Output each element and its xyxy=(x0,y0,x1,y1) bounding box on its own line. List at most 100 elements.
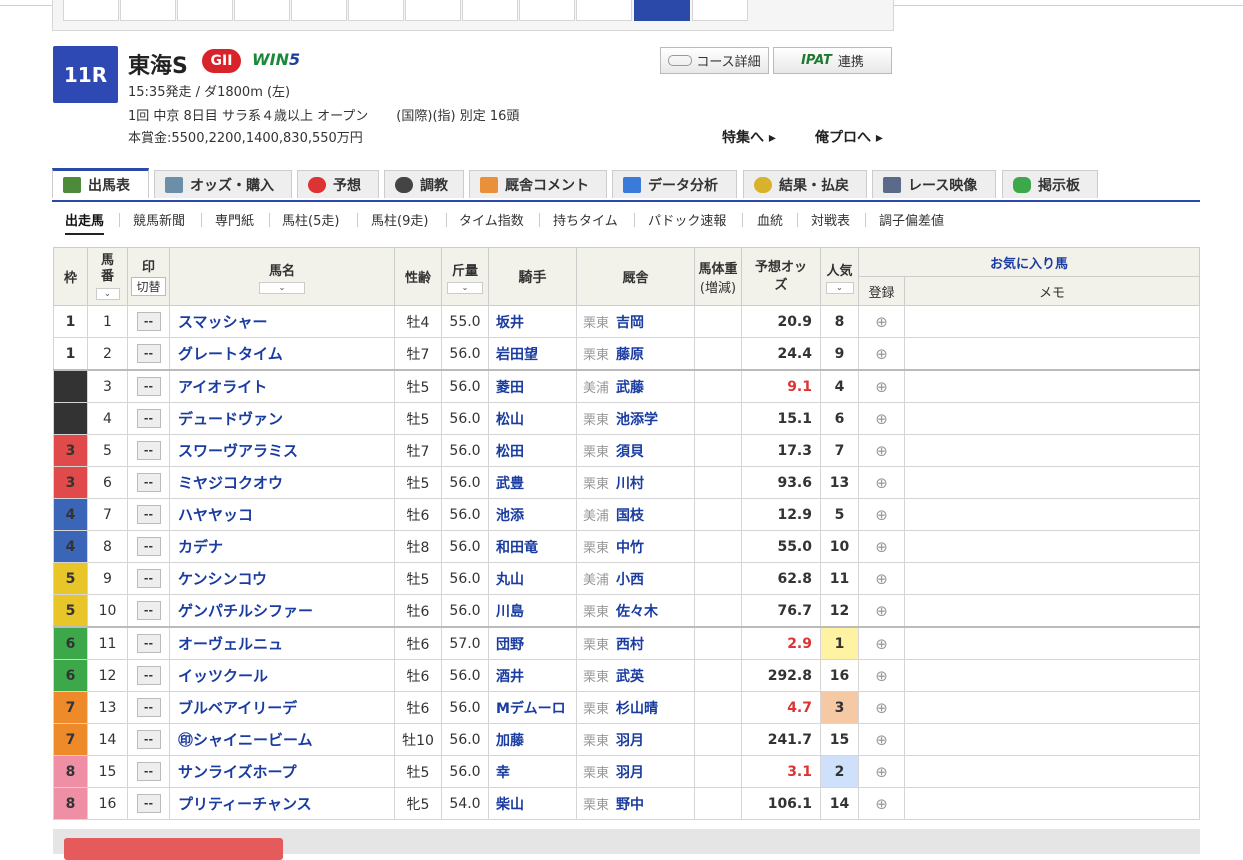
subnav-paddock[interactable]: パドック速報 xyxy=(648,205,726,233)
chevron-down-icon[interactable]: ⌄ xyxy=(95,288,120,300)
favorite-register-cell[interactable]: ⊕ xyxy=(858,498,905,531)
memo-cell[interactable] xyxy=(904,787,1200,820)
trainer-cell[interactable]: 栗東 羽月 xyxy=(576,755,695,788)
jockey-link[interactable]: 酒井 xyxy=(488,659,577,692)
mark-cell[interactable]: -- xyxy=(127,626,170,660)
jockey-link[interactable]: 幸 xyxy=(488,755,577,788)
favorite-register-cell[interactable]: ⊕ xyxy=(858,787,905,820)
table-row[interactable]: 2 3 -- アイオライト 牡5 56.0 菱田 美浦 武藤 9.1 4 ⊕ xyxy=(53,369,1200,403)
horse-name-link[interactable]: スマッシャー xyxy=(169,305,395,338)
mark-cell[interactable]: -- xyxy=(127,402,170,435)
table-row[interactable]: 5 9 -- ケンシンコウ 牡5 56.0 丸山 美浦 小西 62.8 11 ⊕ xyxy=(53,562,1200,595)
orepro-link[interactable]: 俺プロへ ▸ xyxy=(815,127,883,147)
subnav-mochi-time[interactable]: 持ちタイム xyxy=(553,205,618,233)
horse-name-link[interactable]: カデナ xyxy=(169,530,395,563)
horse-name-link[interactable]: スワーヴアラミス xyxy=(169,434,395,467)
mark-cell[interactable]: -- xyxy=(127,530,170,563)
table-row[interactable]: 8 16 -- プリティーチャンス 牝5 54.0 柴山 栗東 野中 106.1 14 ⊕ xyxy=(53,787,1200,820)
memo-cell[interactable] xyxy=(904,723,1200,756)
horse-name-link[interactable]: ケンシンコウ xyxy=(169,562,395,595)
trainer-cell[interactable]: 栗東 杉山晴 xyxy=(576,691,695,724)
trainer-cell[interactable]: 栗東 須貝 xyxy=(576,434,695,467)
subnav-ketto[interactable]: 血統 xyxy=(757,205,783,233)
trainer-cell[interactable]: 栗東 吉岡 xyxy=(576,305,695,338)
table-row[interactable]: 5 10 -- ゲンパチルシファー 牡6 56.0 川島 栗東 佐々木 76.7 12 ⊕ xyxy=(53,594,1200,628)
mark-cell[interactable]: -- xyxy=(127,659,170,692)
favorite-register-cell[interactable]: ⊕ xyxy=(858,626,905,660)
mark-cell[interactable]: -- xyxy=(127,723,170,756)
mark-selector[interactable]: -- xyxy=(136,409,161,428)
trainer-link[interactable]: 吉岡 xyxy=(616,315,644,331)
chevron-down-icon[interactable]: ⌄ xyxy=(259,281,305,294)
mark-cell[interactable]: -- xyxy=(127,337,170,371)
trainer-cell[interactable]: 栗東 野中 xyxy=(576,787,695,820)
subnav-umabashira9[interactable]: 馬柱(9走) xyxy=(371,205,428,233)
race-pager-item[interactable] xyxy=(462,0,518,21)
race-pager-item[interactable] xyxy=(177,0,233,21)
horse-name-link[interactable]: ブルベアイリーデ xyxy=(169,691,395,724)
subnav-choushi[interactable]: 調子偏差値 xyxy=(879,205,944,233)
mark-selector[interactable]: -- xyxy=(136,601,161,620)
trainer-link[interactable]: 須貝 xyxy=(616,444,644,460)
subnav-senmonshi[interactable]: 専門紙 xyxy=(215,205,254,233)
horse-name-link[interactable]: ㊞シャイニービーム xyxy=(169,723,395,756)
mark-cell[interactable]: -- xyxy=(127,755,170,788)
add-favorite-icon[interactable]: ⊕ xyxy=(875,538,888,556)
horse-name-link[interactable]: ミヤジコクオウ xyxy=(169,466,395,499)
tab-odds[interactable]: オッズ・購入 xyxy=(154,170,292,198)
trainer-link[interactable]: 佐々木 xyxy=(616,604,658,620)
jockey-link[interactable]: Mデムーロ xyxy=(488,691,577,724)
trainer-cell[interactable]: 美浦 国枝 xyxy=(576,498,695,531)
table-row[interactable]: 7 14 -- ㊞シャイニービーム 牡10 56.0 加藤 栗東 羽月 241.7 15 ⊕ xyxy=(53,723,1200,756)
add-favorite-icon[interactable]: ⊕ xyxy=(875,731,888,749)
trainer-link[interactable]: 羽月 xyxy=(616,733,644,749)
mark-selector[interactable]: -- xyxy=(136,344,161,363)
favorite-register-cell[interactable]: ⊕ xyxy=(858,691,905,724)
trainer-link[interactable]: 武英 xyxy=(616,669,644,685)
tab-chokyo[interactable]: 調教 xyxy=(384,170,464,198)
tab-yoso[interactable]: 予想 xyxy=(297,170,379,198)
add-favorite-icon[interactable]: ⊕ xyxy=(875,313,888,331)
memo-cell[interactable] xyxy=(904,691,1200,724)
jockey-link[interactable]: 池添 xyxy=(488,498,577,531)
jockey-link[interactable]: 岩田望 xyxy=(488,337,577,371)
tab-comment[interactable]: 厩舎コメント xyxy=(469,170,607,198)
horse-name-link[interactable]: プリティーチャンス xyxy=(169,787,395,820)
table-row[interactable]: 3 6 -- ミヤジコクオウ 牡5 56.0 武豊 栗東 川村 93.6 13 ⊕ xyxy=(53,466,1200,499)
mark-selector[interactable]: -- xyxy=(136,666,161,685)
horse-name-link[interactable]: グレートタイム xyxy=(169,337,395,371)
trainer-link[interactable]: 武藤 xyxy=(616,380,644,396)
jockey-link[interactable]: 柴山 xyxy=(488,787,577,820)
mark-cell[interactable]: -- xyxy=(127,594,170,628)
race-pager-item[interactable] xyxy=(576,0,632,21)
trainer-cell[interactable]: 栗東 羽月 xyxy=(576,723,695,756)
mark-cell[interactable]: -- xyxy=(127,498,170,531)
mark-selector[interactable]: -- xyxy=(136,730,161,749)
jockey-link[interactable]: 松山 xyxy=(488,402,577,435)
tab-result[interactable]: 結果・払戻 xyxy=(743,170,867,198)
add-favorite-icon[interactable]: ⊕ xyxy=(875,667,888,685)
subnav-time-index[interactable]: タイム指数 xyxy=(459,205,524,233)
trainer-cell[interactable]: 栗東 佐々木 xyxy=(576,594,695,628)
feature-link[interactable]: 特集へ ▸ xyxy=(722,127,776,147)
tab-data[interactable]: データ分析 xyxy=(612,170,737,198)
add-favorite-icon[interactable]: ⊕ xyxy=(875,602,888,620)
race-pager-item[interactable] xyxy=(63,0,119,21)
add-favorite-icon[interactable]: ⊕ xyxy=(875,506,888,524)
trainer-link[interactable]: 池添学 xyxy=(616,412,658,428)
table-row[interactable]: 3 5 -- スワーヴアラミス 牡7 56.0 松田 栗東 須貝 17.3 7 ⊕ xyxy=(53,434,1200,467)
race-pager-item[interactable] xyxy=(405,0,461,21)
col-popularity[interactable]: 人気 ⌄ xyxy=(820,247,859,306)
mark-selector[interactable]: -- xyxy=(136,473,161,492)
mark-selector[interactable]: -- xyxy=(136,312,161,331)
add-favorite-icon[interactable]: ⊕ xyxy=(875,410,888,428)
horse-name-link[interactable]: デュードヴァン xyxy=(169,402,395,435)
memo-cell[interactable] xyxy=(904,434,1200,467)
jockey-link[interactable]: 菱田 xyxy=(488,369,577,403)
horse-name-link[interactable]: アイオライト xyxy=(169,369,395,403)
favorite-register-cell[interactable]: ⊕ xyxy=(858,594,905,628)
table-row[interactable]: 7 13 -- ブルベアイリーデ 牡6 56.0 Mデムーロ 栗東 杉山晴 4.7 3 ⊕ xyxy=(53,691,1200,724)
add-favorite-icon[interactable]: ⊕ xyxy=(875,795,888,813)
memo-cell[interactable] xyxy=(904,498,1200,531)
trainer-link[interactable]: 中竹 xyxy=(616,540,644,556)
